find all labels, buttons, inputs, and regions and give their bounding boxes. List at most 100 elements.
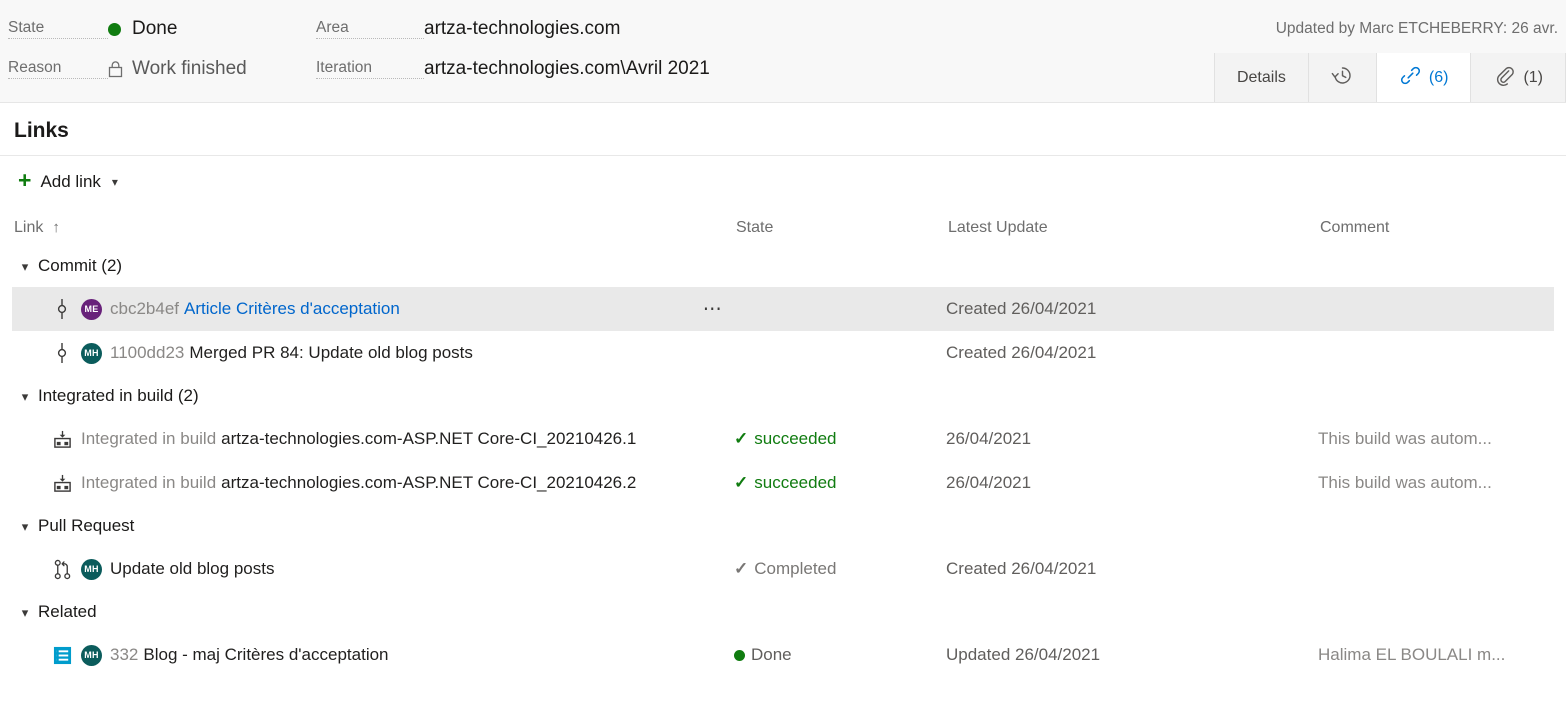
table-row[interactable]: ME cbc2b4ef Article Critères d'acceptation… (12, 287, 1554, 331)
link-row-title[interactable]: Update old blog posts (110, 559, 274, 579)
link-row-title[interactable]: Blog - maj Critères d'acceptation (143, 645, 388, 665)
row-more-actions-button[interactable]: ⋯ (698, 296, 728, 322)
tab-links-count: (6) (1428, 68, 1449, 86)
link-row-id: 332 (110, 645, 139, 664)
tab-details-label: Details (1236, 68, 1286, 86)
table-row[interactable]: Integrated in build artza-technologies.co… (12, 417, 1554, 461)
link-group-header[interactable]: ▾ Commit (2) (12, 245, 1554, 287)
chevron-down-icon: ▾ (21, 388, 29, 404)
link-row-link-cell: MH 332 Blog - maj Critères d'acceptation (12, 644, 734, 666)
updated-by-text: Updated by Marc ETCHEBERRY: 26 avr. (1275, 20, 1558, 37)
avatar: MH (81, 342, 102, 364)
links-grid: Link ↑ State Latest Update Comment ▾ Commi… (12, 211, 1554, 677)
field-area-label: Area (316, 19, 424, 39)
pull-request-icon (52, 559, 72, 579)
field-state-label: State (8, 19, 108, 39)
build-icon (52, 429, 72, 449)
link-row-title[interactable]: Merged PR 84: Update old blog posts (189, 343, 473, 363)
link-group-label: Pull Request (38, 516, 135, 535)
link-row-title[interactable]: artza-technologies.com-ASP.NET Core-CI_2… (221, 429, 636, 449)
tab-attachments[interactable]: (1) (1471, 53, 1566, 102)
field-iteration: Iteration artza-technologies.com\Avril 2… (316, 58, 710, 80)
link-row-title[interactable]: artza-technologies.com-ASP.NET Core-CI_2… (221, 473, 636, 493)
column-header-link-label: Link (14, 219, 44, 236)
avatar: MH (81, 558, 102, 580)
link-row-comment: This build was autom... (1318, 473, 1492, 492)
field-area-value[interactable]: artza-technologies.com (424, 18, 620, 40)
commit-icon (52, 343, 72, 363)
link-row-state-cell: ✓ Completed (734, 559, 946, 579)
links-pane: Links + Add link ▾ Link ↑ State Latest Up… (0, 103, 1566, 677)
link-row-link-cell: Integrated in build artza-technologies.co… (12, 429, 734, 449)
work-item-tabs: Details (6) (1) (1213, 53, 1566, 102)
links-grid-header: Link ↑ State Latest Update Comment (12, 211, 1554, 245)
field-reason-label: Reason (8, 59, 108, 79)
link-row-id: Integrated in build (81, 473, 217, 492)
field-area: Area artza-technologies.com (316, 18, 620, 40)
paperclip-icon (1493, 64, 1516, 92)
page-title: Links (14, 119, 69, 142)
check-icon: ✓ (734, 429, 749, 448)
field-state-value: Done (132, 18, 178, 39)
link-row-id: Integrated in build (81, 429, 217, 448)
field-reason-value: Work finished (132, 58, 247, 79)
link-row-id: 1100dd23 (110, 343, 185, 362)
link-row-state-cell: ✓ succeeded (734, 473, 946, 493)
link-group-label: Integrated in build (2) (38, 386, 199, 405)
link-group-header[interactable]: ▾ Integrated in build (2) (12, 375, 1554, 417)
chevron-down-icon: ▾ (21, 258, 29, 274)
link-row-latest-update: 26/04/2021 (946, 473, 1032, 492)
link-row-title[interactable]: Article Critères d'acceptation (184, 299, 400, 319)
link-row-state-cell: ✓ succeeded (734, 429, 946, 449)
column-header-comment[interactable]: Comment (1318, 219, 1554, 237)
link-row-link-cell: MH 1100dd23 Merged PR 84: Update old blog … (12, 342, 734, 364)
column-header-latest-update[interactable]: Latest Update (946, 219, 1318, 237)
field-iteration-value[interactable]: artza-technologies.com\Avril 2021 (424, 58, 710, 80)
check-icon: ✓ (734, 559, 749, 578)
table-row[interactable]: Integrated in build artza-technologies.co… (12, 461, 1554, 505)
add-link-button[interactable]: + Add link ▾ (14, 166, 122, 197)
status-label: succeeded (754, 473, 837, 492)
tab-attachments-count: (1) (1523, 68, 1543, 86)
green-dot-icon (108, 22, 121, 36)
history-icon (1331, 64, 1354, 92)
avatar: ME (81, 298, 102, 320)
chevron-down-icon: ▾ (111, 174, 118, 189)
table-row[interactable]: MH 1100dd23 Merged PR 84: Update old blog … (12, 331, 1554, 375)
avatar: MH (81, 644, 102, 666)
link-row-comment: Halima EL BOULALI m... (1318, 645, 1506, 664)
link-row-latest-update: Created 26/04/2021 (946, 343, 1097, 362)
link-row-comment: This build was autom... (1318, 429, 1492, 448)
link-group-label: Commit (2) (38, 256, 123, 275)
link-row-state-cell: Done (734, 645, 946, 665)
status-badge: ✓ succeeded (734, 473, 836, 493)
field-reason-value-wrap: Work finished (108, 58, 247, 80)
link-group-label: Related (38, 602, 97, 621)
column-header-link[interactable]: Link ↑ (12, 219, 734, 237)
field-state: State Done (8, 18, 177, 40)
status-badge: ✓ Completed (734, 559, 836, 579)
link-row-link-cell: Integrated in build artza-technologies.co… (12, 473, 734, 493)
field-iteration-label: Iteration (316, 59, 424, 79)
tab-links[interactable]: (6) (1375, 53, 1472, 102)
link-row-latest-update: Created 26/04/2021 (946, 559, 1097, 578)
column-header-state[interactable]: State (734, 219, 946, 237)
links-grid-body: ▾ Commit (2) ME cbc2b4ef Article Critères d'… (12, 245, 1554, 677)
field-reason: Reason Work finished (8, 58, 247, 80)
lock-icon (108, 60, 123, 78)
green-dot-icon (734, 649, 745, 661)
link-group-header[interactable]: ▾ Pull Request (12, 505, 1554, 547)
backlog-item-icon (52, 645, 72, 665)
link-row-latest-update: Updated 26/04/2021 (946, 645, 1101, 664)
field-state-value-wrap[interactable]: Done (108, 18, 177, 40)
table-row[interactable]: MH 332 Blog - maj Critères d'acceptation Do… (12, 633, 1554, 677)
link-row-link-cell: ME cbc2b4ef Article Critères d'acceptation (12, 298, 734, 320)
table-row[interactable]: MH Update old blog posts ✓ Completed Created… (12, 547, 1554, 591)
tab-details[interactable]: Details (1213, 53, 1308, 102)
link-row-latest-update: 26/04/2021 (946, 429, 1032, 448)
link-icon (1399, 64, 1422, 92)
link-group-header[interactable]: ▾ Related (12, 591, 1554, 633)
link-row-latest-update: Created 26/04/2021 (946, 299, 1097, 318)
tab-history[interactable] (1307, 53, 1376, 102)
link-row-link-cell: MH Update old blog posts (12, 558, 734, 580)
